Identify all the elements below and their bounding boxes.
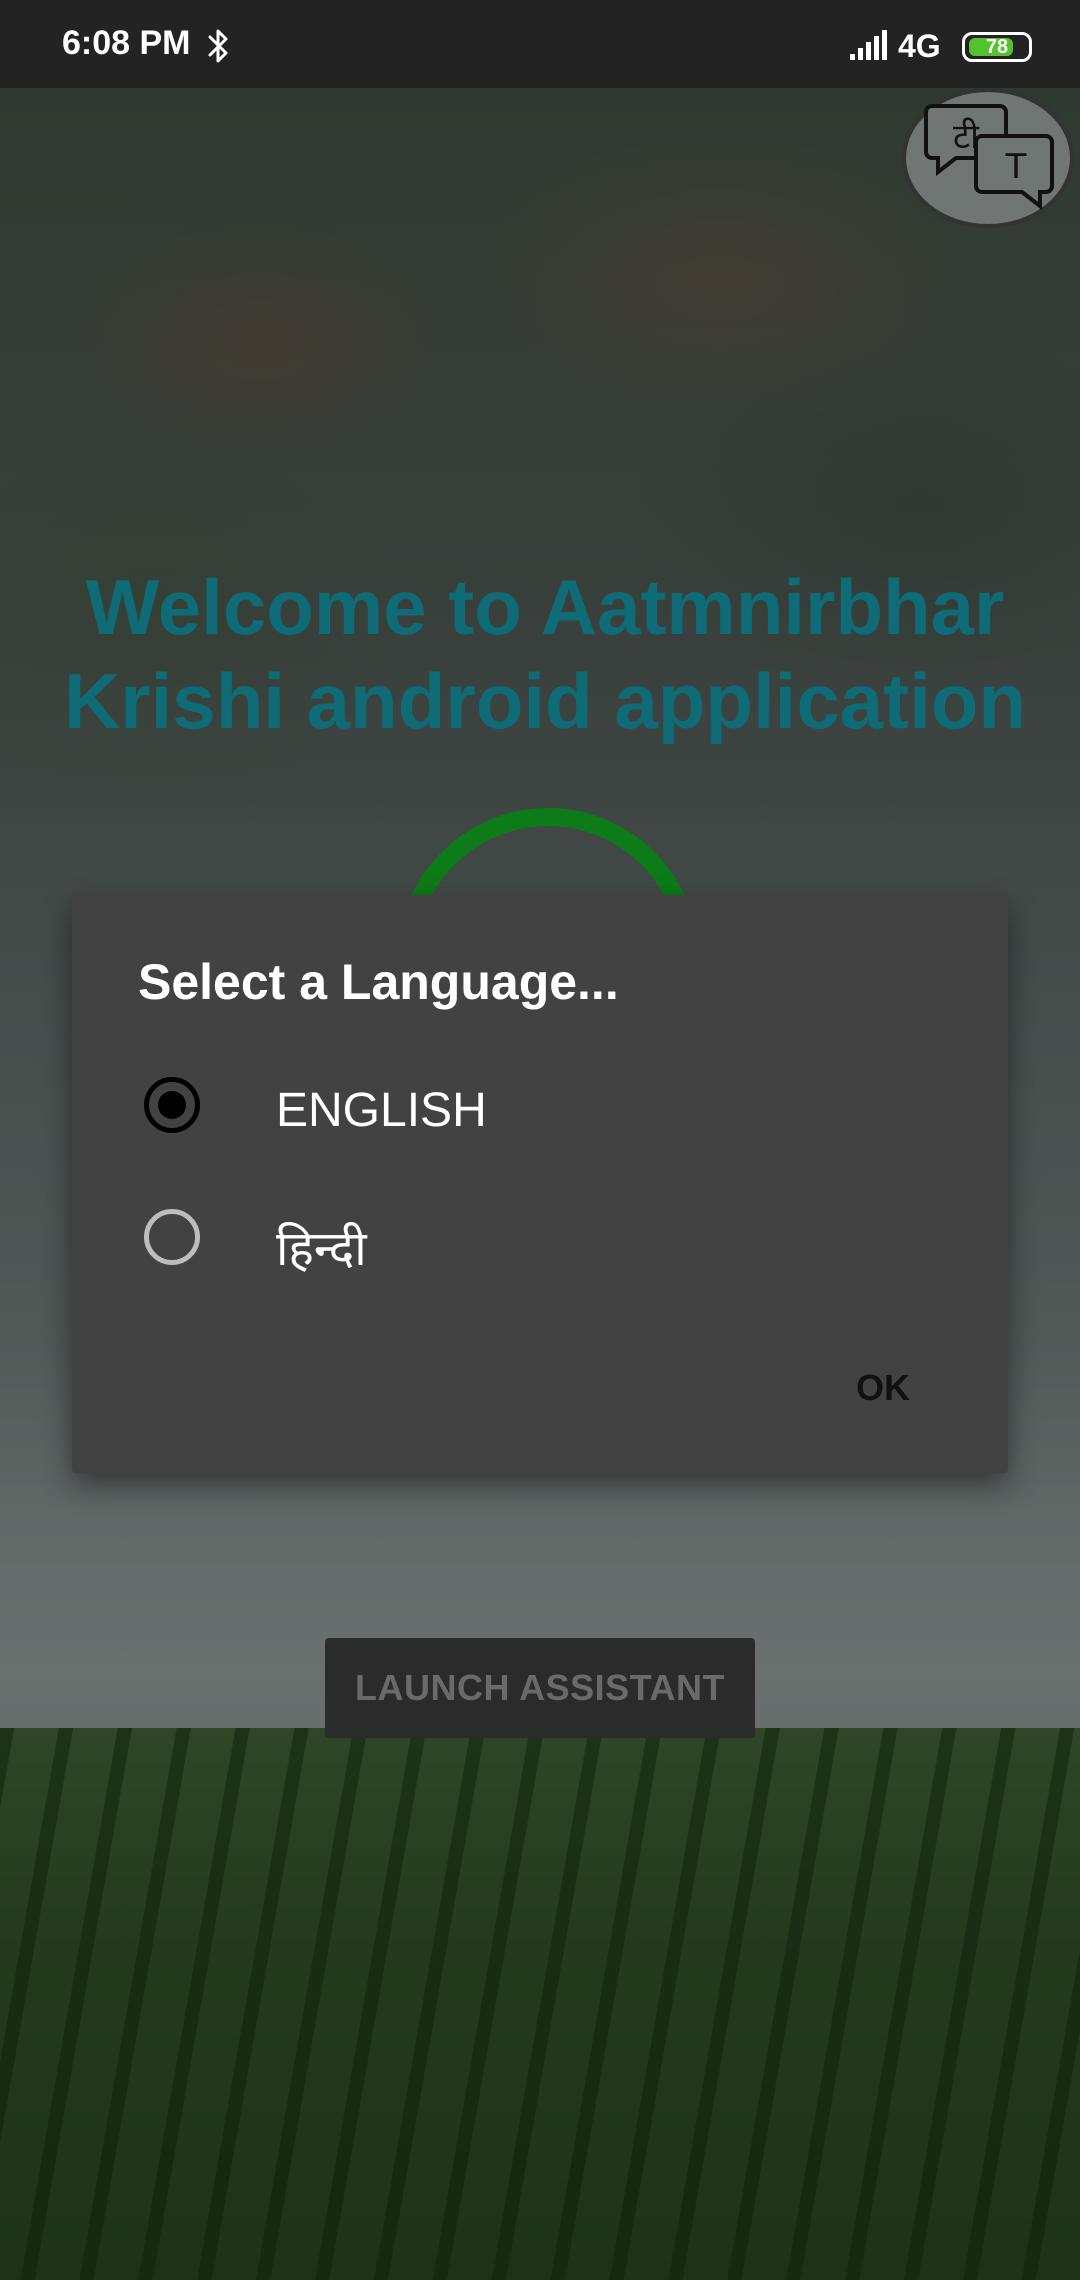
radio-unchecked-icon[interactable] <box>144 1209 200 1265</box>
signal-icon <box>850 30 887 60</box>
option-label: ENGLISH <box>276 1084 487 1137</box>
svg-text:T: T <box>1005 147 1027 187</box>
language-option-english[interactable]: ENGLISH <box>138 1053 938 1163</box>
language-dialog: Select a Language... ENGLISH हिन्दी OK <box>72 895 1008 1473</box>
network-type: 4G <box>898 28 941 64</box>
welcome-line-1: Welcome to Aatmnirbhar <box>85 563 1005 651</box>
launch-assistant-button[interactable]: LAUNCH ASSISTANT <box>325 1638 755 1738</box>
language-option-hindi[interactable]: हिन्दी <box>138 1185 938 1295</box>
battery-icon: 78 <box>962 32 1032 62</box>
option-label: हिन्दी <box>276 1223 367 1276</box>
welcome-line-2: Krishi android application <box>63 657 1027 745</box>
status-bar: 6:08 PM 4G 78 <box>0 0 1080 88</box>
ok-button[interactable]: OK <box>842 1357 924 1419</box>
screen: 6:08 PM 4G 78 टी T Welcome to Aatmnirbha… <box>0 0 1080 2280</box>
status-time: 6:08 PM <box>62 24 191 62</box>
battery-percent: 78 <box>985 36 1009 58</box>
translate-icon[interactable]: टी T <box>902 88 1074 228</box>
bluetooth-icon <box>208 29 228 63</box>
dialog-title: Select a Language... <box>138 954 619 1010</box>
radio-checked-icon[interactable] <box>144 1077 200 1133</box>
welcome-heading: Welcome to Aatmnirbhar Krishi android ap… <box>40 560 1050 748</box>
